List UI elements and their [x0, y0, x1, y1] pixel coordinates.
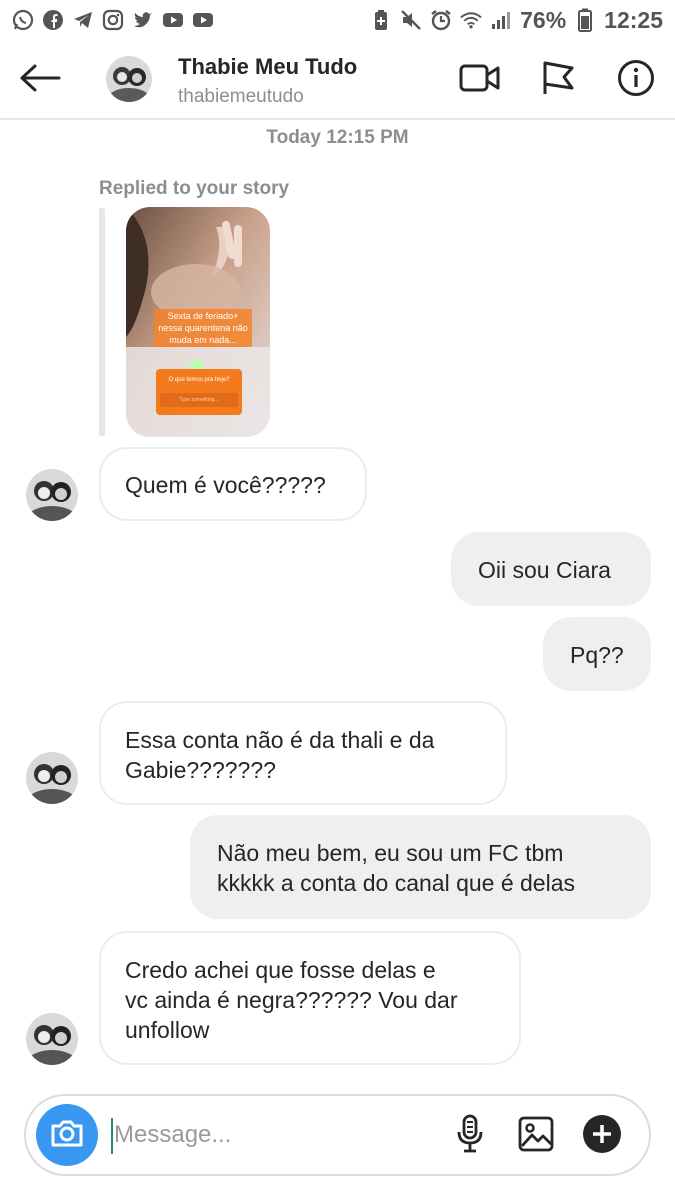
- story-question-text: O que temos pra hoje?: [168, 377, 230, 383]
- message-bubble-outgoing[interactable]: Não meu bem, eu sou um FC tbm kkkkk a co…: [190, 815, 651, 919]
- status-bar: 76% 12:25: [0, 0, 675, 40]
- message-text: Credo achei que fosse delas e vc ainda é…: [125, 957, 458, 1043]
- telegram-icon: [72, 9, 94, 31]
- image-icon: [518, 1116, 554, 1157]
- message-text: Pq??: [570, 642, 624, 668]
- message-bubble-outgoing[interactable]: Pq??: [543, 617, 651, 691]
- camera-icon: [50, 1118, 84, 1153]
- flag-icon: [540, 60, 576, 101]
- battery-saver-icon: [370, 9, 392, 31]
- message-composer: [24, 1094, 651, 1176]
- info-icon: [617, 59, 655, 102]
- message-text: Quem é você?????: [125, 472, 326, 498]
- replied-to-story-label: Replied to your story: [99, 178, 290, 199]
- whatsapp-icon: [12, 9, 34, 31]
- voice-message-button[interactable]: [448, 1114, 492, 1158]
- microphone-icon: [455, 1114, 485, 1159]
- battery-percent: 76%: [520, 6, 567, 33]
- notification-icons: [12, 9, 214, 31]
- contact-username[interactable]: thabiemeutudo: [178, 86, 304, 108]
- details-button[interactable]: [614, 58, 658, 102]
- message-text: Oii sou Ciara: [478, 557, 611, 583]
- message-bubble-incoming[interactable]: Essa conta não é da thali e da Gabie????…: [99, 701, 507, 805]
- story-caption: Sexta de feriado+ nessa quarentena não m…: [154, 309, 252, 347]
- story-question-input: Type something...: [160, 393, 238, 407]
- twitter-icon: [132, 9, 154, 31]
- youtube-icon: [192, 9, 214, 31]
- more-options-button[interactable]: [580, 1114, 624, 1158]
- story-reply-thumbnail[interactable]: Sexta de feriado+ nessa quarentena não m…: [126, 207, 270, 437]
- conversation-header: Thabie Meu Tudo thabiemeutudo: [0, 40, 675, 120]
- report-button[interactable]: [536, 58, 580, 102]
- message-timestamp: Today 12:15 PM: [266, 127, 409, 148]
- video-camera-icon: [459, 62, 501, 99]
- mute-icon: [400, 9, 422, 31]
- instagram-icon: [102, 9, 124, 31]
- message-bubble-incoming[interactable]: Credo achei que fosse delas e vc ainda é…: [99, 931, 521, 1065]
- signal-icon: [490, 9, 512, 31]
- contact-name[interactable]: Thabie Meu Tudo: [178, 54, 357, 80]
- facebook-icon: [42, 9, 64, 31]
- battery-icon: [574, 8, 596, 32]
- message-bubble-outgoing[interactable]: Oii sou Ciara: [451, 532, 651, 606]
- back-button[interactable]: [18, 58, 62, 102]
- story-question-sticker: O que temos pra hoje? Type something...: [156, 369, 242, 415]
- alarm-icon: [430, 9, 452, 31]
- clock: 12:25: [604, 6, 663, 33]
- avatar[interactable]: [106, 56, 152, 102]
- reply-divider: [99, 208, 105, 436]
- wifi-icon: [460, 9, 482, 31]
- avatar[interactable]: [26, 469, 78, 521]
- camera-button[interactable]: [36, 1104, 98, 1166]
- message-text: Não meu bem, eu sou um FC tbm kkkkk a co…: [217, 840, 576, 896]
- system-icons: 76% 12:25: [370, 7, 663, 34]
- text-cursor: [111, 1118, 113, 1154]
- youtube-icon: [162, 9, 184, 31]
- gallery-button[interactable]: [514, 1114, 558, 1158]
- avatar[interactable]: [26, 1013, 78, 1065]
- arrow-left-icon: [19, 63, 61, 98]
- video-call-button[interactable]: [458, 58, 502, 102]
- message-bubble-incoming[interactable]: Quem é você?????: [99, 447, 367, 521]
- plus-icon: [582, 1114, 622, 1159]
- message-text: Essa conta não é da thali e da Gabie????…: [125, 727, 435, 783]
- message-input[interactable]: [114, 1114, 434, 1156]
- avatar[interactable]: [26, 752, 78, 804]
